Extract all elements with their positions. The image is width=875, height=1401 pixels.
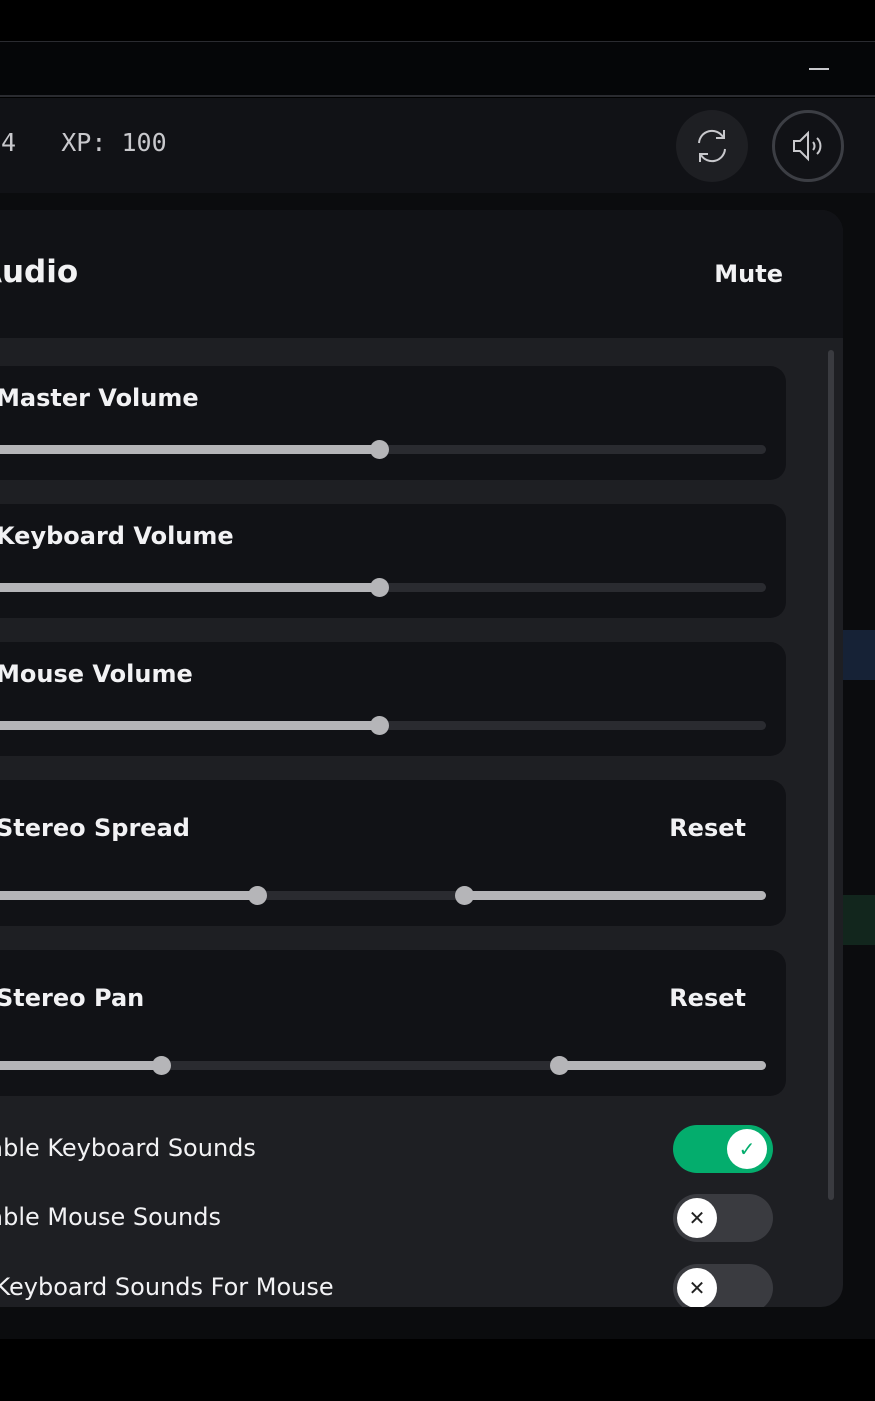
toggle-label: Enable Keyboard Sounds [0,1134,256,1162]
slider-thumb[interactable] [370,716,390,735]
slider-card: Mouse Volume [0,642,786,756]
slider-label: Mouse Volume [0,660,193,688]
audio-panel: Audio Mute Master Volume Keyboard Volume M… [0,210,843,1307]
slider-fill [0,721,380,730]
mute-button[interactable]: Mute [714,260,783,288]
minimize-icon[interactable] [809,68,829,70]
volume-slider[interactable] [0,578,766,597]
range-thumb-low[interactable] [152,1056,172,1075]
range-fill-left [0,891,257,900]
reset-button[interactable]: Reset [669,814,746,842]
volume-slider[interactable] [0,440,766,459]
slider-fill [0,445,380,454]
range-slider[interactable] [0,886,766,905]
range-fill-left [0,1061,162,1070]
toggle-label: Enable Mouse Sounds [0,1203,221,1231]
toggle-switch[interactable]: ✕ [673,1264,773,1307]
range-thumb-low[interactable] [247,886,267,905]
range-fill-right [559,1061,766,1070]
slider-thumb[interactable] [370,440,390,459]
scrollbar[interactable] [828,350,834,1200]
slider-card: Master Volume [0,366,786,480]
toggle-label: Use Keyboard Sounds For Mouse [0,1273,334,1301]
range-thumb-high[interactable] [454,886,474,905]
range-card: Stereo Pan Reset [0,950,786,1096]
volume-slider[interactable] [0,716,766,735]
x-icon: ✕ [677,1268,717,1307]
slider-card: Keyboard Volume [0,504,786,618]
range-label: Stereo Spread [0,814,190,842]
panel-title: Audio [0,254,79,290]
refresh-button[interactable] [676,110,748,182]
check-icon: ✓ [727,1129,767,1169]
speaker-icon [793,130,822,162]
slider-label: Keyboard Volume [0,522,234,550]
toggle-switch[interactable]: ✕ [673,1194,773,1242]
range-fill-right [463,891,766,900]
slider-label: Master Volume [0,384,199,412]
refresh-icon [698,129,726,163]
slider-thumb[interactable] [370,578,390,597]
range-label: Stereo Pan [0,984,145,1012]
toggle-switch[interactable]: ✓ [673,1125,773,1173]
range-thumb-high[interactable] [550,1056,570,1075]
app-header: 54 XP: 100 [0,98,875,193]
title-bar [0,41,875,97]
sound-button[interactable] [772,110,844,182]
range-card: Stereo Spread Reset [0,780,786,926]
stats-readout: 54 XP: 100 [0,128,167,157]
range-slider[interactable] [0,1056,766,1075]
x-icon: ✕ [677,1198,717,1238]
reset-button[interactable]: Reset [669,984,746,1012]
slider-fill [0,583,380,592]
